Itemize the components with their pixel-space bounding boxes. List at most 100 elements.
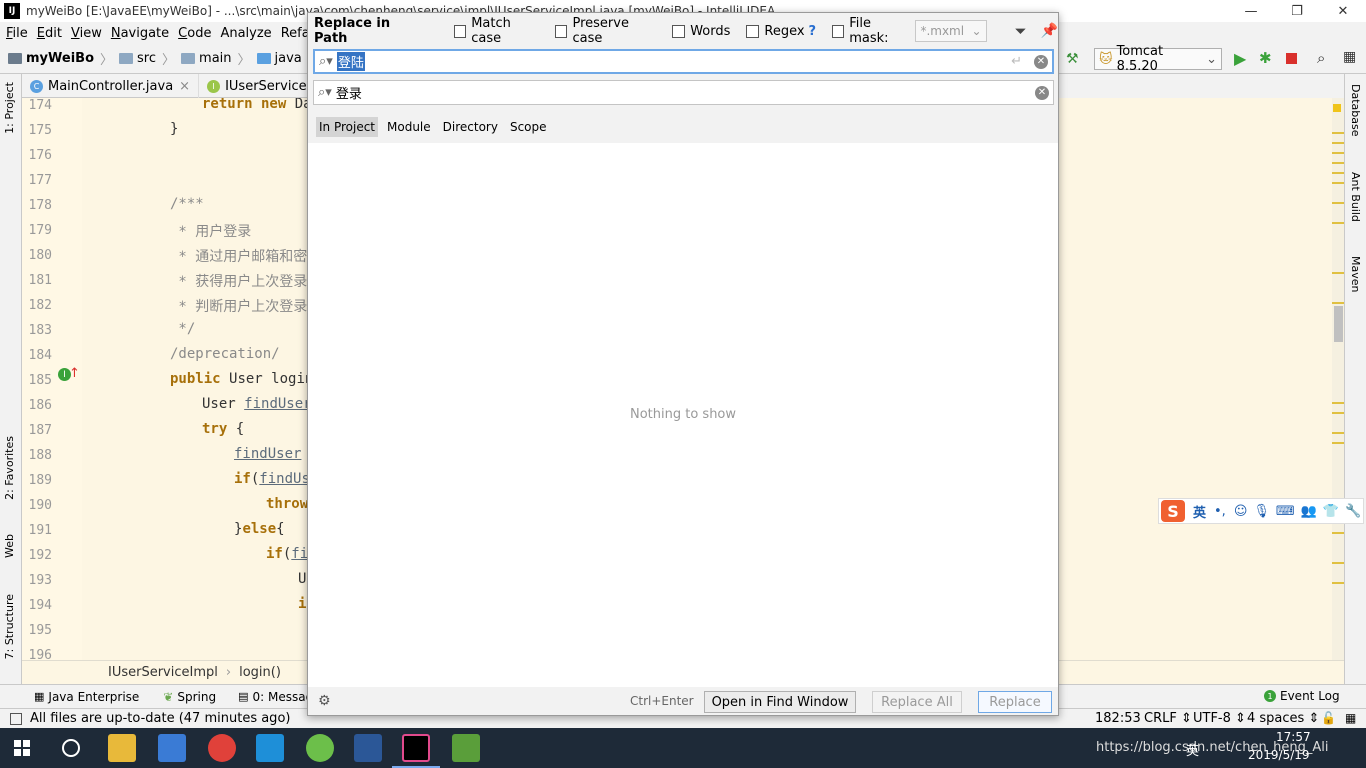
layout-icon[interactable]: ▦ (1343, 49, 1356, 65)
tool-event-log[interactable]: 1 Event Log (1264, 689, 1340, 703)
minimize-button[interactable]: — (1228, 0, 1274, 22)
stripe-marker[interactable] (1332, 582, 1344, 584)
line-separator[interactable]: CRLF ⇕ (1144, 711, 1192, 726)
tool-database[interactable]: Database (1349, 84, 1362, 137)
stripe-marker[interactable] (1332, 442, 1344, 444)
replace-input[interactable]: 登录 (336, 83, 362, 102)
tool-web[interactable]: Web (3, 534, 16, 558)
breadcrumb-src[interactable]: src 〉 (119, 49, 175, 68)
stripe-marker[interactable] (1332, 172, 1344, 174)
search-history-icon[interactable]: ⌕▾ (319, 54, 333, 69)
status-window-icon[interactable] (10, 712, 22, 725)
stripe-marker[interactable] (1332, 272, 1344, 274)
clock-time[interactable]: 17:57 (1276, 730, 1311, 744)
stripe-marker[interactable] (1332, 162, 1344, 164)
user-icon[interactable]: 👥 (1301, 504, 1317, 519)
sogou-logo-icon[interactable]: S (1161, 500, 1185, 522)
breadcrumb-project[interactable]: myWeiBo 〉 (8, 49, 113, 68)
tool-java-enterprise[interactable]: ▦ Java Enterprise (34, 690, 139, 704)
stripe-marker[interactable] (1332, 152, 1344, 154)
debug-icon[interactable]: ✱ (1259, 49, 1272, 67)
stripe-marker[interactable] (1332, 562, 1344, 564)
tool-spring[interactable]: ❦ Spring (163, 690, 216, 704)
pin-icon[interactable]: 📌 (1041, 23, 1058, 39)
stripe-marker[interactable] (1332, 202, 1344, 204)
replace-button[interactable]: Replace (978, 691, 1052, 713)
intellij-taskbar-icon[interactable] (402, 734, 430, 762)
menu-view[interactable]: View (71, 26, 102, 41)
stop-icon[interactable] (1286, 53, 1297, 64)
tool-maven[interactable]: Maven (1349, 256, 1362, 292)
punctuation-icon[interactable]: •, (1214, 504, 1226, 519)
menu-analyze[interactable]: Analyze (220, 26, 271, 41)
microphone-icon[interactable]: 🎙 (1253, 504, 1270, 519)
wrench-icon[interactable]: 🔧 (1345, 504, 1361, 519)
run-icon[interactable]: ▶ (1234, 49, 1246, 68)
keyboard-icon[interactable]: ⌨ (1276, 504, 1295, 519)
stripe-marker[interactable] (1332, 132, 1344, 134)
stripe-marker[interactable] (1332, 412, 1344, 414)
inspection-status-icon[interactable] (1333, 104, 1341, 112)
stripe-marker[interactable] (1332, 142, 1344, 144)
preserve-case-checkbox[interactable]: Preserve case (555, 16, 656, 46)
scrollbar-thumb[interactable] (1334, 306, 1343, 342)
search-icon[interactable]: ⌕ (1317, 49, 1325, 67)
stripe-marker[interactable] (1332, 402, 1344, 404)
scope-module[interactable]: Module (384, 117, 434, 137)
maximize-button[interactable]: ❐ (1274, 0, 1320, 22)
settings-gear-icon[interactable]: ⚙ (318, 693, 331, 709)
app-icon[interactable] (256, 734, 284, 762)
input-lang[interactable]: 英 (1186, 740, 1199, 759)
close-tab-icon[interactable]: × (179, 79, 190, 94)
replace-history-icon[interactable]: ⌕▾ (318, 85, 332, 100)
word-icon[interactable] (354, 734, 382, 762)
indent-setting[interactable]: 4 spaces ⇕ (1247, 711, 1319, 726)
lock-icon[interactable]: 🔓 (1321, 711, 1336, 725)
chrome-icon[interactable] (208, 734, 236, 762)
tool-ant-build[interactable]: Ant Build (1349, 172, 1362, 222)
breadcrumb-main[interactable]: main 〉 (181, 49, 251, 68)
notepad-icon[interactable] (452, 734, 480, 762)
replace-all-button[interactable]: Replace All (872, 691, 962, 713)
stripe-marker[interactable] (1332, 432, 1344, 434)
clear-replace-icon[interactable]: ✕ (1035, 85, 1049, 100)
clear-search-icon[interactable]: ✕ (1034, 54, 1048, 69)
cortana-icon[interactable] (62, 739, 80, 757)
menu-file[interactable]: File (6, 26, 28, 41)
stripe-marker[interactable] (1332, 532, 1344, 534)
scope-in-project[interactable]: In Project (316, 117, 379, 137)
search-field[interactable]: ⌕▾ 登陆 ↵ ✕ (313, 49, 1054, 74)
file-mask-checkbox[interactable]: File mask: (832, 16, 909, 46)
scope-custom[interactable]: Scope (507, 117, 550, 137)
clock-date[interactable]: 2019/5/19 (1248, 748, 1310, 762)
stripe-marker[interactable] (1332, 222, 1344, 224)
tool-favorites[interactable]: 2: Favorites (3, 436, 16, 500)
crumb-class[interactable]: IUserServiceImpl (108, 665, 218, 680)
menu-code[interactable]: Code (178, 26, 211, 41)
skin-icon[interactable]: 👕 (1323, 504, 1339, 519)
browser-icon[interactable] (306, 734, 334, 762)
run-config-select[interactable]: 🐱 Tomcat 8.5.20 ⌄ (1094, 44, 1222, 74)
regex-help-link[interactable]: ? (809, 24, 817, 39)
menu-navigate[interactable]: Navigate (111, 26, 169, 41)
close-window-button[interactable]: ✕ (1320, 0, 1366, 22)
tool-project[interactable]: 1: Project (3, 82, 16, 134)
regex-checkbox[interactable]: Regex? (746, 24, 816, 39)
words-checkbox[interactable]: Words (672, 24, 730, 39)
file-mask-select[interactable]: *.mxml ⌄ (915, 20, 987, 42)
crumb-method[interactable]: login() (239, 665, 281, 680)
open-in-find-window-button[interactable]: Open in Find Window (704, 691, 856, 713)
match-case-checkbox[interactable]: Match case (454, 16, 539, 46)
stripe-marker[interactable] (1332, 302, 1344, 304)
caret-position[interactable]: 182:53 (1095, 711, 1141, 726)
stripe-marker[interactable] (1332, 182, 1344, 184)
filter-icon[interactable]: ⏷ (1015, 22, 1027, 40)
scope-directory[interactable]: Directory (440, 117, 501, 137)
tool-structure[interactable]: 7: Structure (3, 594, 16, 659)
build-hammer-icon[interactable]: ⚒ (1066, 51, 1082, 67)
memory-indicator-icon[interactable]: ▦ (1345, 711, 1356, 725)
store-icon[interactable] (158, 734, 186, 762)
start-icon[interactable] (14, 740, 30, 756)
emoji-icon[interactable]: ☺ (1234, 504, 1248, 519)
file-encoding[interactable]: UTF-8 ⇕ (1193, 711, 1246, 726)
